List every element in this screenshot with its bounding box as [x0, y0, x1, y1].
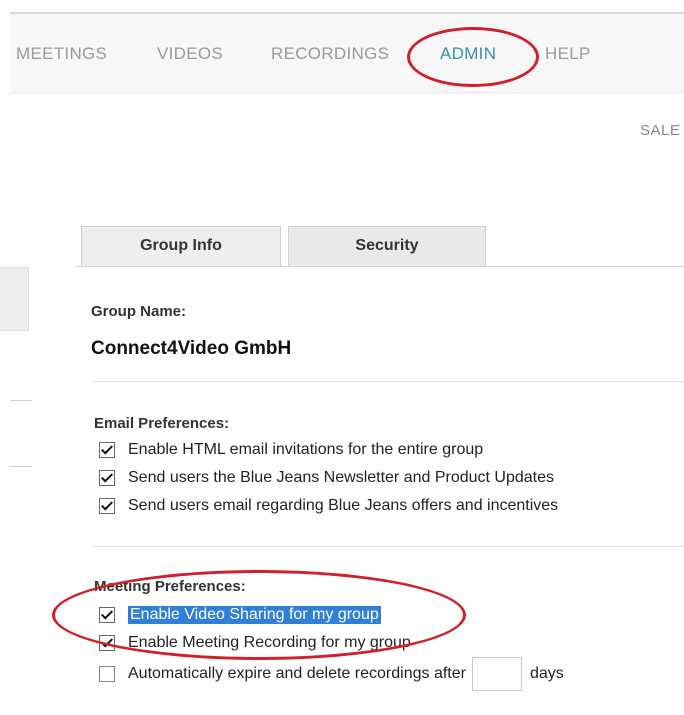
nav-help[interactable]: HELP — [545, 44, 591, 64]
email-pref-html-invitations: Enable HTML email invitations for the en… — [99, 439, 483, 461]
pref-label: Send users email regarding Blue Jeans of… — [128, 497, 559, 514]
meeting-pref-video-sharing: Enable Video Sharing for my group — [99, 604, 381, 626]
tab-security[interactable]: Security — [288, 226, 486, 267]
meeting-pref-recording: Enable Meeting Recording for my group — [99, 632, 411, 654]
left-sidebar-divider — [10, 400, 32, 401]
tab-group-info[interactable]: Group Info — [81, 226, 281, 267]
checkbox-expire-recordings[interactable] — [99, 666, 115, 682]
pref-label: Enable HTML email invitations for the en… — [128, 441, 484, 458]
nav-recordings[interactable]: RECORDINGS — [271, 44, 389, 64]
group-name-value: Connect4Video GmbH — [91, 338, 292, 359]
pref-label: Enable Meeting Recording for my group — [128, 634, 411, 651]
nav-videos[interactable]: VIDEOS — [157, 44, 223, 64]
checkbox-offers[interactable] — [99, 498, 115, 514]
days-unit-label: days — [529, 665, 564, 682]
left-sidebar-panel — [0, 267, 29, 331]
checkbox-newsletter[interactable] — [99, 470, 115, 486]
group-name-label: Group Name: — [91, 303, 187, 320]
tabs-baseline — [75, 266, 684, 267]
pref-label: Send users the Blue Jeans Newsletter and… — [128, 469, 555, 486]
pref-label-selected: Enable Video Sharing for my group — [128, 606, 381, 624]
section-divider — [92, 546, 684, 547]
checkbox-meeting-recording[interactable] — [99, 635, 115, 651]
left-sidebar-divider — [10, 466, 32, 467]
section-divider — [92, 381, 684, 382]
expire-days-input[interactable] — [471, 657, 522, 691]
email-pref-offers: Send users email regarding Blue Jeans of… — [99, 495, 558, 517]
pref-label: Automatically expire and delete recordin… — [128, 665, 466, 682]
checkbox-html-invitations[interactable] — [99, 442, 115, 458]
email-preferences-heading: Email Preferences: — [94, 415, 230, 432]
sales-link[interactable]: SALE — [640, 122, 680, 139]
meeting-preferences-heading: Meeting Preferences: — [94, 578, 246, 595]
nav-admin[interactable]: ADMIN — [440, 44, 496, 64]
nav-meetings[interactable]: MEETINGS — [16, 44, 107, 64]
email-pref-newsletter: Send users the Blue Jeans Newsletter and… — [99, 467, 554, 489]
checkbox-video-sharing[interactable] — [99, 607, 115, 623]
meeting-pref-expire-recordings: Automatically expire and delete recordin… — [99, 656, 564, 692]
top-navigation: MEETINGS VIDEOS RECORDINGS ADMIN HELP — [10, 14, 684, 93]
active-nav-caret-icon — [467, 79, 491, 91]
